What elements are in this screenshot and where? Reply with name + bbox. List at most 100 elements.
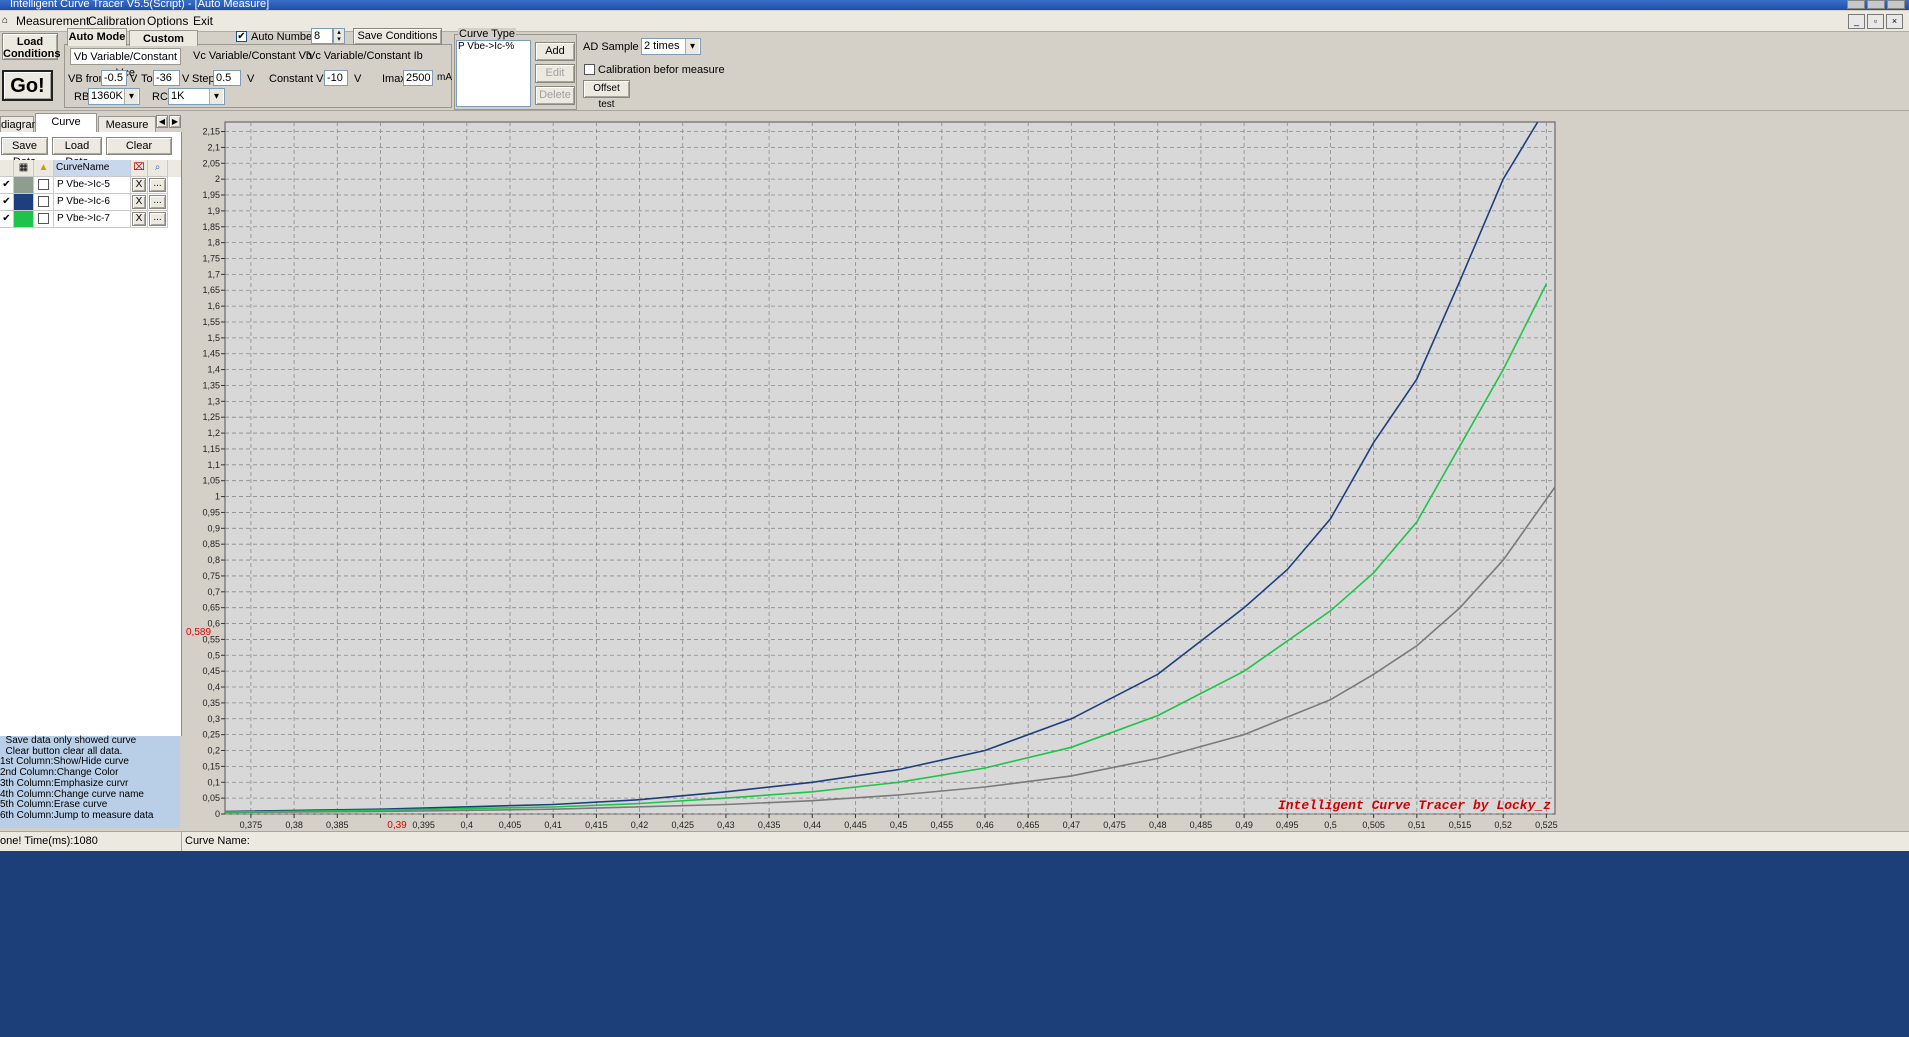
mdi-close-icon[interactable]: × [1886,14,1903,29]
maximize-button[interactable] [1867,0,1885,9]
menu-exit[interactable]: Exit [193,14,213,28]
close-button[interactable] [1887,0,1905,9]
rb-label: RB [74,91,90,103]
save-data-button[interactable]: Save Data [1,137,48,168]
y-tick-label: 1,2 [207,428,220,438]
curve-chart[interactable]: 00,050,10,150,20,250,30,350,40,450,50,55… [183,118,1909,834]
y-tick-label: 1,85 [202,222,220,232]
window-controls [1847,0,1905,9]
app-menu-icon[interactable]: ⌂ [2,15,8,26]
curve-type-list[interactable]: P Vbe->Ic-% [456,40,531,107]
tab-curve-control[interactable]: Curve Control [35,113,97,144]
curve-name-cell[interactable]: P Vbe->Ic-5 [54,177,131,194]
subtab-vb-variable[interactable]: Vb Variable/Constant Vce [70,48,181,79]
header-show [0,160,14,177]
status-divider [181,832,182,852]
offset-test-button[interactable]: Offset test [583,80,630,110]
subtab-vc-variable-vb[interactable]: Vc Variable/Constant Vb [193,50,312,62]
status-bar: one! Time(ms):1080 Curve Name: [0,831,1909,852]
emphasize-checkbox-cell[interactable] [34,177,54,194]
header-curve-name[interactable]: CurveName [54,160,131,177]
curve-type-item[interactable]: P Vbe->Ic-% [457,41,530,52]
tab-scroll-right-icon[interactable]: ▶ [169,115,181,128]
erase-curve-button[interactable]: X [132,212,146,226]
jump-cell: ... [148,194,168,211]
mdi-minimize-icon[interactable]: _ [1848,14,1865,29]
save-conditions-button[interactable]: Save Conditions [353,28,442,45]
menu-calibration[interactable]: Calibration [88,14,145,28]
x-tick-label: 0,5 [1324,820,1337,830]
go-button[interactable]: Go! [2,70,53,101]
emphasize-checkbox[interactable] [38,196,49,207]
menu-measurement[interactable]: Measurement [16,14,89,28]
table-row[interactable]: ✔ P Vbe->Ic-6 X ... [0,194,181,211]
ad-sample-select[interactable]: 2 times [641,38,701,55]
y-tick-label: 0,4 [207,682,220,692]
clear-button[interactable]: Clear [106,137,172,155]
jump-data-button[interactable]: ... [149,212,166,226]
to-input[interactable]: -36 [153,70,180,86]
rc-select[interactable]: 1K [168,88,225,105]
show-curve-check-icon[interactable]: ✔ [0,211,14,228]
tab-scroll-left-icon[interactable]: ◀ [156,115,168,128]
curve-color-swatch[interactable] [14,211,34,228]
chart-area[interactable]: 0 0,05 0,1 0,15 0,2 0,25 0,3 0,35 0,4 0,45 0,5 0,55… [183,118,1909,834]
curve-color-swatch[interactable] [14,194,34,211]
rb-select[interactable]: 1360K [88,88,140,105]
load-conditions-line1: Load [16,36,44,48]
minimize-button[interactable] [1847,0,1865,9]
x-tick-label: 0,42 [631,820,649,830]
y-tick-label: 0,05 [202,793,220,803]
erase-curve-button[interactable]: X [132,195,146,209]
step-input[interactable]: 0.5 [213,70,241,86]
auto-number-spinner[interactable]: ▴ ▾ [333,28,345,44]
jump-data-button[interactable]: ... [149,195,166,209]
delete-button[interactable]: Delete [535,86,575,105]
vb-from-input[interactable]: -0.5 [101,70,127,86]
tab-custom-mode[interactable]: Custom Mode [129,30,198,61]
edit-button[interactable]: Edit [535,64,575,83]
x-tick-label: 0,38 [285,820,303,830]
curve-control-panel: Save Data Load Data Clear ▦ ▲ CurveName … [0,132,182,736]
x-tick-label: 0,425 [671,820,694,830]
y-tick-label: 1,65 [202,285,220,295]
show-curve-check-icon[interactable]: ✔ [0,194,14,211]
to-label: To [141,73,153,85]
emphasize-checkbox-cell[interactable] [34,211,54,228]
menu-options[interactable]: Options [147,14,188,28]
x-tick-label: 0,51 [1408,820,1426,830]
load-data-button[interactable]: Load Data [52,137,102,168]
subtab-vc-variable-ib[interactable]: Vc Variable/Constant Ib [308,50,423,62]
tab-auto-mode[interactable]: Auto Mode [67,28,127,46]
auto-number-input[interactable]: 8 [311,28,333,44]
x-tick-label: 0,495 [1276,820,1299,830]
emphasize-checkbox[interactable] [38,179,49,190]
y-tick-label: 2,05 [202,158,220,168]
table-row[interactable]: ✔ P Vbe->Ic-5 X ... [0,177,181,194]
curve-color-swatch[interactable] [14,177,34,194]
x-tick-label: 0,435 [758,820,781,830]
table-row[interactable]: ✔ P Vbe->Ic-7 X ... [0,211,181,228]
jump-data-button[interactable]: ... [149,178,166,192]
tab-diagram[interactable]: diagram [0,116,41,132]
constant-vce-input[interactable]: -10 [324,70,348,86]
tab-measure-data[interactable]: Measure Data [98,116,156,132]
emphasize-checkbox-cell[interactable] [34,194,54,211]
curve-name-cell[interactable]: P Vbe->Ic-7 [54,211,131,228]
x-tick-label: 0,375 [240,820,263,830]
imax-input[interactable]: 2500 [403,70,433,86]
x-tick-label: 0,405 [499,820,522,830]
x-tick-label: 0,395 [412,820,435,830]
add-button[interactable]: Add [535,42,575,61]
y-tick-label: 1,25 [202,412,220,422]
x-tick-label: 0,44 [804,820,822,830]
x-tick-label: 0,45 [890,820,908,830]
show-curve-check-icon[interactable]: ✔ [0,177,14,194]
calibration-checkbox[interactable] [584,64,595,75]
load-conditions-button[interactable]: Load Conditions [2,33,60,60]
auto-number-checkbox[interactable]: ✔ [236,31,247,42]
erase-curve-button[interactable]: X [132,178,146,192]
emphasize-checkbox[interactable] [38,213,49,224]
mdi-restore-icon[interactable]: ▫ [1867,14,1884,29]
curve-name-cell[interactable]: P Vbe->Ic-6 [54,194,131,211]
